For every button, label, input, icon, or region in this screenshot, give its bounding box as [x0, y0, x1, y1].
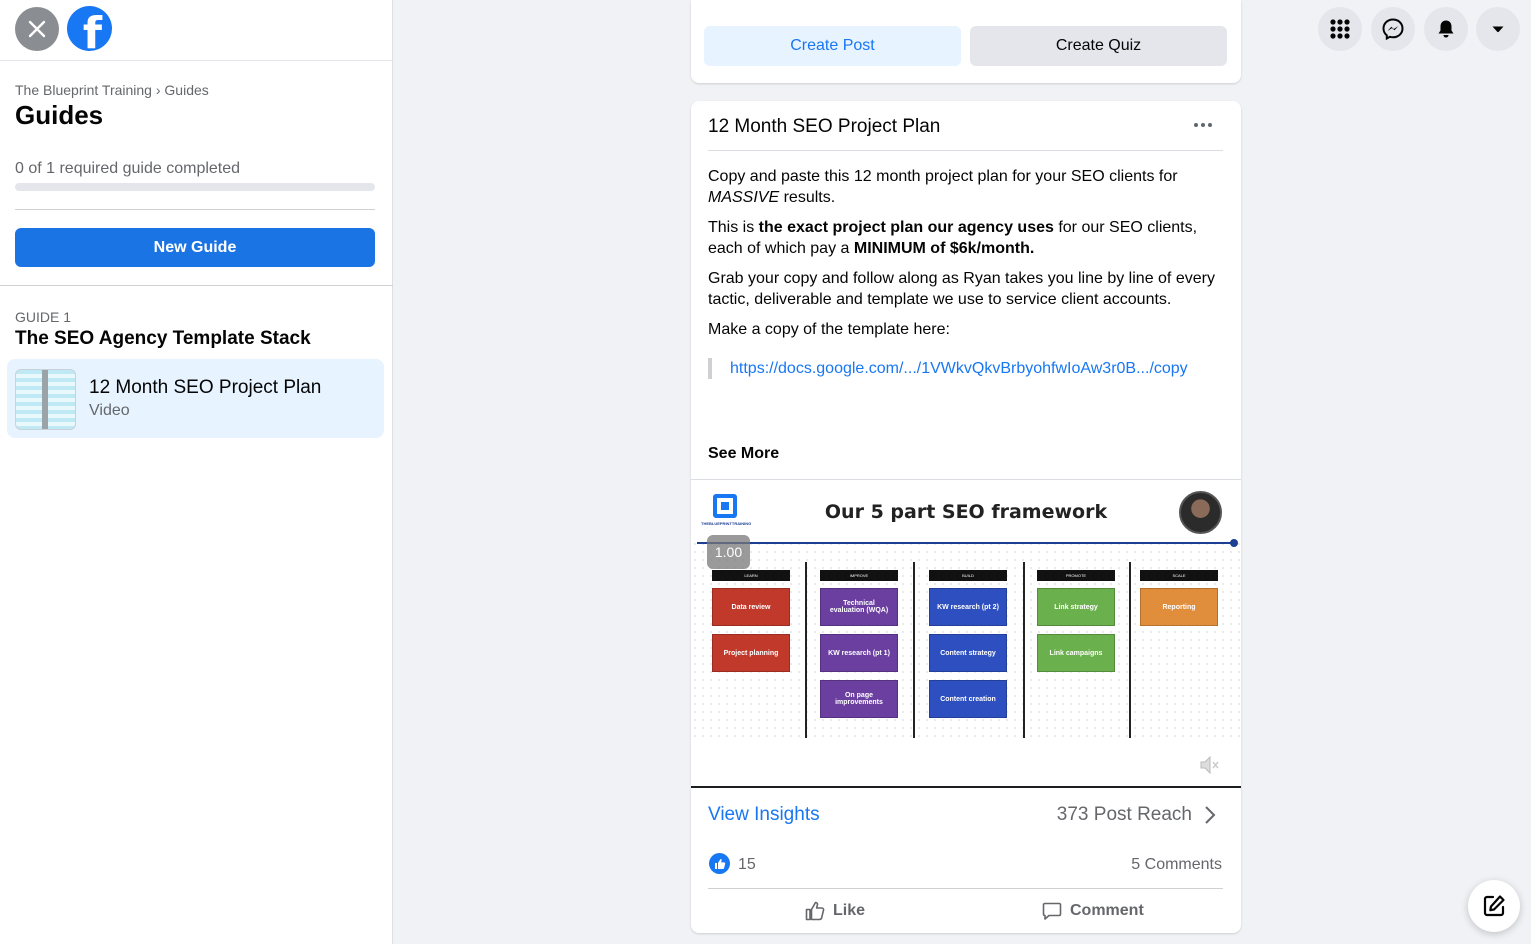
post-card: 12 Month SEO Project Plan Copy and paste… [691, 101, 1241, 933]
post-paragraph: Make a copy of the template here: [708, 321, 950, 338]
thumbs-up-icon [805, 901, 825, 921]
new-guide-button[interactable]: New Guide [15, 228, 375, 267]
divider [708, 150, 1223, 151]
divider [708, 888, 1223, 889]
messenger-button[interactable] [1371, 7, 1415, 51]
framework-box: Data review [712, 588, 790, 626]
framework-box: Content strategy [929, 634, 1007, 672]
messenger-icon [1382, 18, 1404, 40]
video-player[interactable]: THEBLUEPRINTTRAINING Our 5 part SEO fram… [691, 479, 1241, 788]
close-icon [28, 20, 46, 38]
notifications-button[interactable] [1424, 7, 1468, 51]
template-link[interactable]: https://docs.google.com/.../1VWkvQkvBrby… [730, 360, 1188, 377]
guide-number: GUIDE 1 [15, 309, 72, 325]
framework-box: Reporting [1140, 588, 1218, 626]
framework-box: KW research (pt 2) [929, 588, 1007, 626]
like-reaction-icon[interactable] [709, 853, 730, 874]
guide-item-video[interactable]: 12 Month SEO Project Plan Video [7, 359, 384, 438]
comment-icon [1042, 902, 1062, 920]
comment-label: Comment [1070, 902, 1144, 919]
post-title: 12 Month SEO Project Plan [708, 116, 941, 137]
video-thumbnail [15, 369, 76, 430]
framework-box: On page improvements [820, 680, 898, 718]
guide-item-title: 12 Month SEO Project Plan [89, 377, 322, 398]
framework-column-head: PROMOTE [1037, 570, 1115, 581]
framework-column: LEARN Data review Project planning [712, 570, 790, 680]
framework-column: IMPROVE Technical evaluation (WQA) KW rese… [820, 570, 898, 726]
playback-speed-button[interactable]: 1.00 [707, 535, 750, 569]
framework-column: BUILD KW research (pt 2) Content strategy C… [929, 570, 1007, 726]
post-reach[interactable]: 373 Post Reach [1057, 804, 1192, 826]
guide-title: The SEO Agency Template Stack [15, 328, 311, 349]
framework-column-head: LEARN [712, 570, 790, 581]
divider [15, 209, 375, 210]
more-icon [1194, 123, 1212, 127]
caret-down-icon [1492, 26, 1504, 33]
post-paragraph: This is the exact project plan our agenc… [708, 219, 1198, 257]
mute-icon[interactable] [1198, 754, 1220, 776]
chevron-right-icon[interactable] [1203, 804, 1217, 826]
compose-icon [1483, 895, 1505, 917]
guides-sidebar: f The Blueprint Training › Guides Guides… [0, 0, 393, 944]
create-post-button[interactable]: Create Post [704, 26, 961, 66]
framework-box: Technical evaluation (WQA) [820, 588, 898, 626]
like-button[interactable]: Like [805, 898, 865, 924]
framework-column: PROMOTE Link strategy Link campaigns [1037, 570, 1115, 680]
divider [0, 285, 393, 286]
like-count[interactable]: 15 [738, 856, 756, 874]
more-options-button[interactable] [1188, 113, 1218, 137]
facebook-logo-icon[interactable]: f [67, 6, 112, 51]
post-paragraph: Grab your copy and follow along as Ryan … [708, 270, 1215, 308]
column-separator [1023, 562, 1025, 738]
framework-column: SCALE Reporting [1140, 570, 1218, 634]
framework-column-head: BUILD [929, 570, 1007, 581]
framework-column-head: IMPROVE [820, 570, 898, 581]
create-quiz-button[interactable]: Create Quiz [970, 26, 1227, 66]
progress-bar [15, 183, 375, 191]
framework-box: KW research (pt 1) [820, 634, 898, 672]
column-separator [805, 562, 807, 738]
comments-count[interactable]: 5 Comments [1131, 856, 1222, 874]
account-menu-button[interactable] [1476, 7, 1520, 51]
framework-box: Content creation [929, 680, 1007, 718]
like-label: Like [833, 902, 866, 919]
column-separator [913, 562, 915, 738]
framework-box: Link strategy [1037, 588, 1115, 626]
post-body: Copy and paste this 12 month project pla… [708, 166, 1223, 379]
menu-button[interactable] [1318, 7, 1362, 51]
new-message-button[interactable] [1468, 880, 1520, 932]
framework-box: Link campaigns [1037, 634, 1115, 672]
column-separator [1129, 562, 1131, 738]
close-button[interactable] [15, 7, 59, 51]
breadcrumb[interactable]: The Blueprint Training › Guides [15, 82, 209, 98]
see-more-button[interactable]: See More [708, 445, 779, 463]
view-insights-link[interactable]: View Insights [708, 804, 820, 826]
progress-text: 0 of 1 required guide completed [15, 160, 241, 177]
post-paragraph: Copy and paste this 12 month project pla… [708, 168, 1178, 206]
link-quote: https://docs.google.com/.../1VWkvQkvBrby… [708, 358, 1223, 379]
sidebar-header: f [0, 0, 392, 61]
guide-item-type: Video [89, 402, 130, 419]
comment-button[interactable]: Comment [1042, 898, 1144, 924]
video-slide-title: Our 5 part SEO framework [824, 501, 1108, 523]
framework-box: Project planning [712, 634, 790, 672]
create-card: Create Post Create Quiz [691, 0, 1241, 83]
bell-icon [1438, 20, 1454, 38]
grid-menu-icon [1330, 19, 1350, 39]
framework-column-head: SCALE [1140, 570, 1218, 581]
page-title: Guides [15, 100, 104, 130]
slide-divider [697, 539, 1238, 547]
presenter-avatar [1179, 491, 1222, 534]
